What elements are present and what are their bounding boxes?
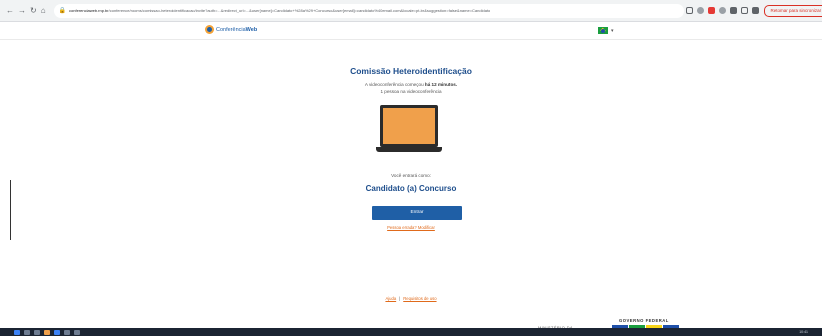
back-arrow-icon[interactable]: ← (6, 6, 14, 15)
logo-text: ConferênciaWeb (216, 26, 258, 33)
sync-paused-button[interactable]: Retomar para sincronizar (763, 4, 822, 17)
conferenciaweb-logo-icon (205, 25, 214, 34)
gov-federal-label: GOVERNO FEDERAL (619, 318, 669, 323)
modify-person-link[interactable]: Pessoa errada? Modificar (0, 225, 822, 230)
brazil-flag-icon (598, 27, 608, 34)
address-bar[interactable]: 🔒 conferenciaweb.rnp.br/conference/rooms… (53, 3, 684, 18)
file-explorer-icon[interactable] (44, 329, 50, 335)
forward-arrow-icon[interactable]: → (18, 6, 26, 15)
sidebar-icon[interactable] (740, 7, 748, 14)
extension-red-icon[interactable] (707, 7, 715, 14)
share-icon[interactable] (685, 7, 693, 14)
enter-as-label: Você entrará como: (391, 173, 431, 178)
window-edge-divider (10, 180, 11, 240)
laptop-illustration-icon (376, 105, 446, 153)
language-selector[interactable]: ▾ (598, 27, 614, 34)
search-icon[interactable] (24, 329, 30, 335)
participant-name: Candidato (a) Concurso (365, 184, 457, 193)
os-taskbar: 10:41 (0, 328, 822, 336)
footer-links: Ajuda | Requisitos de uso (0, 296, 822, 301)
browser-toolbar: ← → ↻ ⌂ 🔒 conferenciaweb.rnp.br/conferen… (0, 0, 822, 22)
conference-started-text: A videoconferência começou há 12 minutos… (364, 82, 458, 87)
reload-icon[interactable]: ↻ (30, 6, 37, 15)
home-icon[interactable]: ⌂ (41, 6, 46, 15)
extensions-puzzle-icon[interactable] (729, 7, 737, 14)
extension-grey-icon[interactable] (718, 7, 726, 14)
participants-count: 1 pessoa na videoconferência (380, 89, 442, 94)
task-view-icon[interactable] (34, 329, 40, 335)
taskbar-clock: 10:41 (799, 330, 808, 334)
page-title: Comissão Heteroidentificação (350, 66, 472, 76)
bookmark-star-icon[interactable] (696, 7, 704, 14)
chevron-down-icon: ▾ (611, 27, 614, 34)
government-footer: GOVERNO FEDERAL MINISTÉRIO DA (0, 318, 822, 330)
lock-icon: 🔒 (58, 8, 67, 14)
url-text: conferenciaweb.rnp.br/conference/rooms/c… (69, 8, 491, 13)
app-taskbar-icon-2[interactable] (74, 329, 80, 335)
usage-requirements-link[interactable]: Requisitos de uso (403, 296, 436, 301)
browser-taskbar-icon[interactable] (54, 329, 60, 335)
help-link[interactable]: Ajuda (385, 296, 396, 301)
app-taskbar-icon[interactable] (64, 329, 70, 335)
site-header: ConferênciaWeb ▾ (0, 22, 822, 40)
enter-button[interactable]: Entrar (372, 206, 462, 220)
start-menu-icon[interactable] (14, 329, 20, 335)
conferenciaweb-logo[interactable]: ConferênciaWeb (205, 25, 257, 34)
profile-avatar-icon[interactable] (751, 7, 759, 14)
footer-separator: | (399, 296, 401, 301)
